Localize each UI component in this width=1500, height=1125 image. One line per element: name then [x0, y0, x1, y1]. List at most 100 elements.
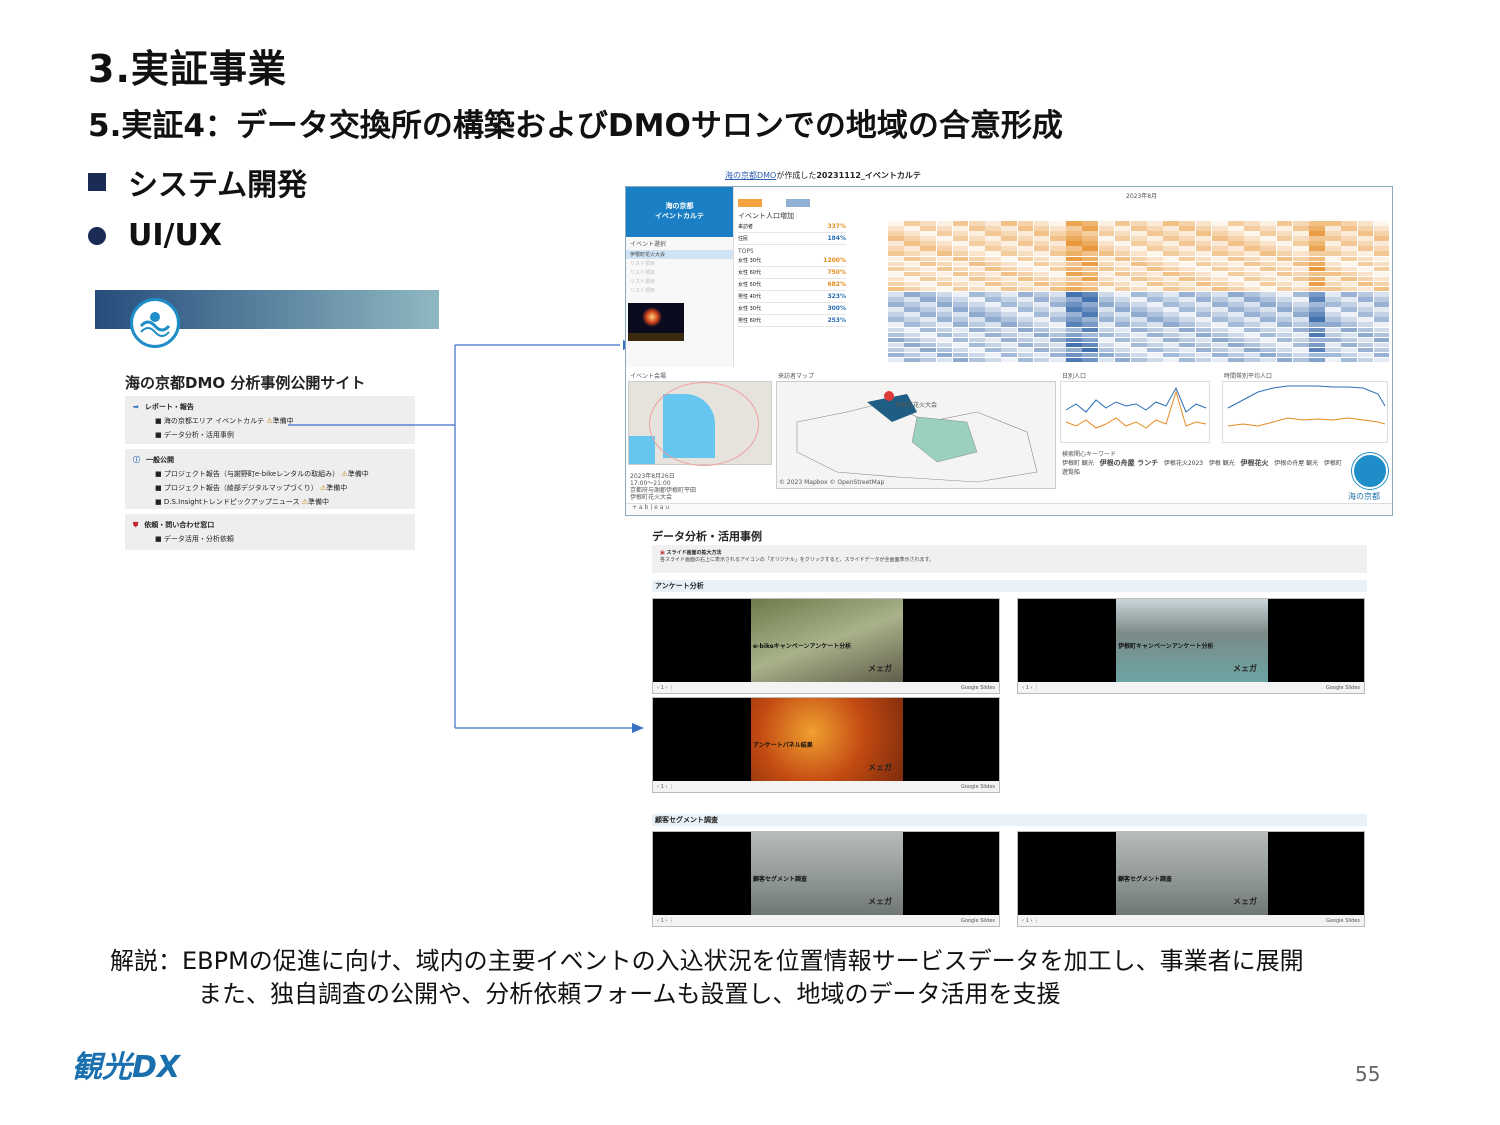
visitor-map[interactable]: 伊根町花火大会 © 2023 Mapbox © OpenStreetMap [776, 381, 1056, 489]
event-list[interactable]: 伊根町花火大会 リスト項目 リスト項目 リスト項目 リスト項目 [626, 250, 733, 295]
heat-cell [952, 307, 969, 312]
heat-cell [1082, 236, 1098, 241]
heat-cell [1357, 327, 1374, 333]
heat-cell [1114, 276, 1131, 282]
heat-cell [1033, 297, 1050, 302]
heat-cell [1309, 312, 1325, 317]
heat-cell [1292, 312, 1309, 317]
heat-cell [1147, 246, 1163, 251]
heat-cell [952, 317, 969, 322]
heat-cell [968, 286, 985, 292]
heat-cell [1163, 357, 1179, 363]
heat-cell [1066, 266, 1082, 272]
heat-cell [1292, 236, 1309, 241]
slide-embed[interactable]: アンケートパネル結果 メェガ ‹ 1 › ⋮ Google Slides [652, 697, 1000, 793]
heat-cell [1114, 281, 1131, 287]
heat-cell [1179, 312, 1196, 317]
heat-cell [985, 342, 1001, 348]
event-option[interactable]: リスト項目 [626, 286, 733, 295]
heat-cell [1309, 251, 1325, 256]
heat-cell [1001, 322, 1018, 327]
heat-cell [1292, 302, 1309, 307]
heat-cell [1309, 347, 1325, 353]
heat-cell [1309, 352, 1325, 358]
heat-cell [1163, 322, 1179, 327]
tableau-owner-link[interactable]: 海の京都DMO [725, 171, 776, 180]
heat-cell [1244, 352, 1260, 358]
heat-cell [1147, 357, 1163, 363]
heat-cell [1292, 317, 1309, 322]
heat-cell [1260, 286, 1277, 292]
heat-cell [1309, 226, 1325, 231]
heat-cell [1049, 241, 1066, 246]
heat-cell [1325, 297, 1341, 302]
heat-cell [1098, 347, 1115, 353]
heat-cell [1228, 241, 1244, 246]
heat-cell [904, 292, 920, 297]
heat-cell [952, 332, 969, 338]
heat-cell [1357, 292, 1374, 297]
slide-embed[interactable]: e-bikeキャンペーンアンケート分析 メェガ ‹ 1 › ⋮ Google Sl… [652, 598, 1000, 694]
heat-cell [1244, 251, 1260, 256]
keywords-label: 検索関心キーワード [1062, 451, 1117, 458]
event-option[interactable]: 伊根町花火大会 [626, 250, 733, 259]
heat-cell [1373, 317, 1390, 322]
heat-cell [1179, 236, 1196, 241]
heat-cell [985, 241, 1001, 246]
heat-cell [1325, 357, 1341, 363]
heat-cell [1163, 276, 1179, 282]
heat-cell [968, 221, 985, 226]
venue-map[interactable] [628, 381, 772, 466]
heat-cell [1049, 256, 1066, 262]
heat-cell [1066, 307, 1082, 312]
heat-cell [888, 266, 904, 272]
event-option[interactable]: リスト項目 [626, 268, 733, 277]
heat-cell [936, 322, 953, 327]
heat-cell [1017, 337, 1034, 343]
heat-cell [1195, 246, 1212, 251]
heat-cell [1147, 302, 1163, 307]
slide-embed[interactable]: 顧客セグメント調査 メェガ ‹ 1 › ⋮ Google Slides [652, 831, 1000, 927]
info-icon: ⓘ [133, 456, 140, 464]
keyword-cloud: 伊根町 観光 伊根の舟屋 ランチ 伊根花火2023 伊根 観光 伊根花火 伊根の… [1062, 459, 1342, 476]
heat-cell [1325, 256, 1341, 262]
heat-cell [1179, 307, 1196, 312]
heat-cell [1114, 357, 1131, 363]
heat-cell [1260, 312, 1277, 317]
heat-cell [936, 327, 953, 333]
heat-cell [1049, 347, 1066, 353]
heat-cell [1163, 352, 1179, 358]
heat-cell [1001, 292, 1018, 297]
heat-cell [1033, 286, 1050, 292]
heat-cell [1325, 342, 1341, 348]
heat-cell [920, 317, 937, 322]
heat-cell [1179, 317, 1196, 322]
heat-cell [1163, 271, 1179, 277]
heat-cell [1147, 226, 1163, 231]
slide-embed[interactable]: 伊根町キャンペーンアンケート分析 メェガ ‹ 1 › ⋮ Google Slide… [1017, 598, 1365, 694]
heat-cell [1130, 246, 1147, 251]
heat-cell [968, 292, 985, 297]
heat-cell [888, 251, 904, 256]
heat-cell [920, 347, 937, 353]
heat-cell [1325, 337, 1341, 343]
event-option[interactable]: リスト項目 [626, 277, 733, 286]
heat-cell [904, 221, 920, 226]
heat-cell [1309, 337, 1325, 343]
heat-cell [1130, 241, 1147, 246]
heat-cell [1066, 256, 1082, 262]
heat-cell [1082, 342, 1098, 348]
slide-embed[interactable]: 顧客セグメント調査 メェガ ‹ 1 › ⋮ Google Slides [1017, 831, 1365, 927]
heat-cell [1066, 281, 1082, 287]
heat-cell [1001, 317, 1018, 322]
heat-cell [968, 342, 985, 348]
square-bullet-icon [88, 173, 106, 191]
heat-cell [1228, 281, 1244, 287]
heat-cell [1017, 271, 1034, 277]
heat-cell [1130, 332, 1147, 338]
heat-cell [920, 226, 937, 231]
heat-cell [1195, 347, 1212, 353]
heat-cell [968, 261, 985, 267]
heat-cell [1325, 286, 1341, 292]
event-option[interactable]: リスト項目 [626, 259, 733, 268]
